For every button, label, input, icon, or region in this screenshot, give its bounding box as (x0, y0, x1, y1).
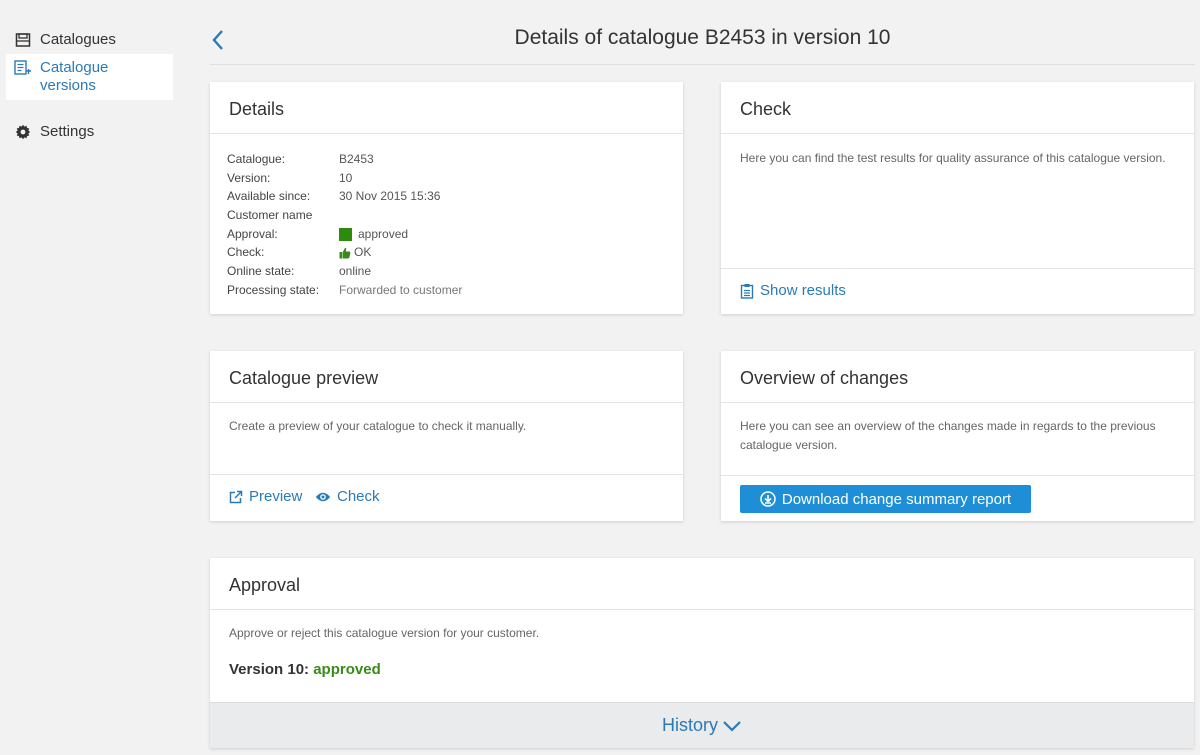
details-key: Catalogue: (227, 152, 286, 166)
catalogue-preview-card: Catalogue preview Create a preview of yo… (210, 351, 683, 521)
card-divider (210, 609, 1194, 610)
changes-title: Overview of changes (740, 368, 909, 388)
approval-version-status: Version 10: approved (229, 661, 381, 678)
check-description: Here you can find the test results for q… (740, 151, 1166, 165)
details-row: Available since: 30 Nov 2015 15:36 (227, 187, 462, 206)
overview-of-changes-card: Overview of changes Here you can see an … (721, 351, 1194, 521)
details-key: Version: (227, 170, 271, 185)
preview-title: Catalogue preview (229, 368, 379, 388)
details-row: Customer name (227, 206, 462, 225)
external-link-icon (229, 490, 243, 504)
check-link[interactable]: Check (315, 488, 380, 505)
approval-title: Approval (229, 575, 301, 595)
details-row: Approval: approved (227, 225, 462, 244)
check-value: OK (354, 245, 372, 260)
check-label: Check (337, 488, 380, 505)
details-value: 10 (339, 170, 353, 185)
approval-card: Approval Approve or reject this catalogu… (210, 558, 1194, 748)
eye-icon (315, 491, 331, 503)
preview-description: Create a preview of your catalogue to ch… (229, 419, 527, 433)
details-row: Version: 10 (227, 169, 462, 188)
history-toggle[interactable]: History (210, 702, 1194, 748)
sidebar-item-label: Catalogues (40, 31, 116, 48)
gear-icon (14, 123, 32, 141)
details-key: Check: (227, 245, 265, 260)
sidebar-item-label-wrap: Catalogue versions (40, 59, 108, 95)
check-card: Check Here you can find the test results… (721, 82, 1194, 314)
preview-link[interactable]: Preview (229, 488, 302, 505)
details-value: 30 Nov 2015 15:36 (339, 189, 441, 204)
sidebar-item-catalogue-versions[interactable]: Catalogue versions (6, 54, 173, 100)
details-list: Catalogue: B2453 Version: 10 Available s… (227, 150, 462, 300)
sidebar: Catalogues Catalogue versions Settings (0, 0, 180, 755)
details-row: Online state: online (227, 262, 462, 281)
details-value: B2453 (339, 152, 374, 166)
sidebar-item-label: Catalogue (40, 59, 109, 76)
download-label: Download change summary report (781, 490, 1012, 508)
download-icon (760, 491, 776, 507)
sidebar-item-catalogues[interactable]: Catalogues (6, 31, 173, 51)
catalogue-icon (14, 31, 32, 49)
check-title: Check (740, 99, 792, 119)
details-key: Available since: (227, 189, 311, 204)
preview-label: Preview (249, 488, 303, 505)
show-results-link[interactable]: Show results (740, 282, 846, 299)
approval-status: approved (339, 225, 408, 244)
details-key: Approval: (227, 226, 278, 241)
history-label: History (661, 715, 718, 735)
card-divider (721, 402, 1194, 403)
processing-state-value: Forwarded to customer (339, 282, 463, 297)
clipboard-icon (740, 283, 754, 299)
version-status: approved (313, 661, 381, 678)
catalogue-versions-icon (14, 59, 32, 77)
approval-description: Approve or reject this catalogue version… (229, 626, 540, 640)
details-title: Details (229, 99, 285, 119)
card-divider (210, 474, 683, 475)
changes-description: Here you can see an overview of the chan… (740, 419, 1156, 452)
approved-square-icon (339, 227, 352, 241)
details-card: Details Catalogue: B2453 Version: 10 Ava… (210, 82, 683, 314)
card-divider (721, 475, 1194, 476)
details-row: Check: OK (227, 243, 462, 262)
sidebar-item-label: Settings (40, 123, 95, 140)
details-key: Processing state: (227, 282, 320, 297)
check-status: OK (339, 243, 371, 262)
thumbs-up-icon (339, 247, 351, 259)
header-divider (210, 64, 1195, 65)
download-change-summary-button[interactable]: Download change summary report (740, 485, 1031, 513)
chevron-down-icon (722, 719, 742, 733)
card-divider (721, 268, 1194, 269)
approval-value: approved (358, 226, 409, 241)
version-label: Version 10: (229, 661, 310, 678)
show-results-label: Show results (760, 282, 846, 299)
sidebar-item-settings[interactable]: Settings (6, 123, 173, 143)
details-row: Processing state: Forwarded to customer (227, 281, 462, 300)
details-row: Catalogue: B2453 (227, 150, 462, 169)
online-state-value: online (339, 264, 372, 279)
sidebar-item-label-line2: versions (40, 77, 96, 94)
details-key: Customer name (227, 208, 313, 223)
page-title: Details of catalogue B2453 in version 10 (514, 26, 891, 49)
card-divider (210, 133, 683, 134)
details-key: Online state: (227, 264, 295, 279)
card-divider (721, 133, 1194, 134)
card-divider (210, 402, 683, 403)
